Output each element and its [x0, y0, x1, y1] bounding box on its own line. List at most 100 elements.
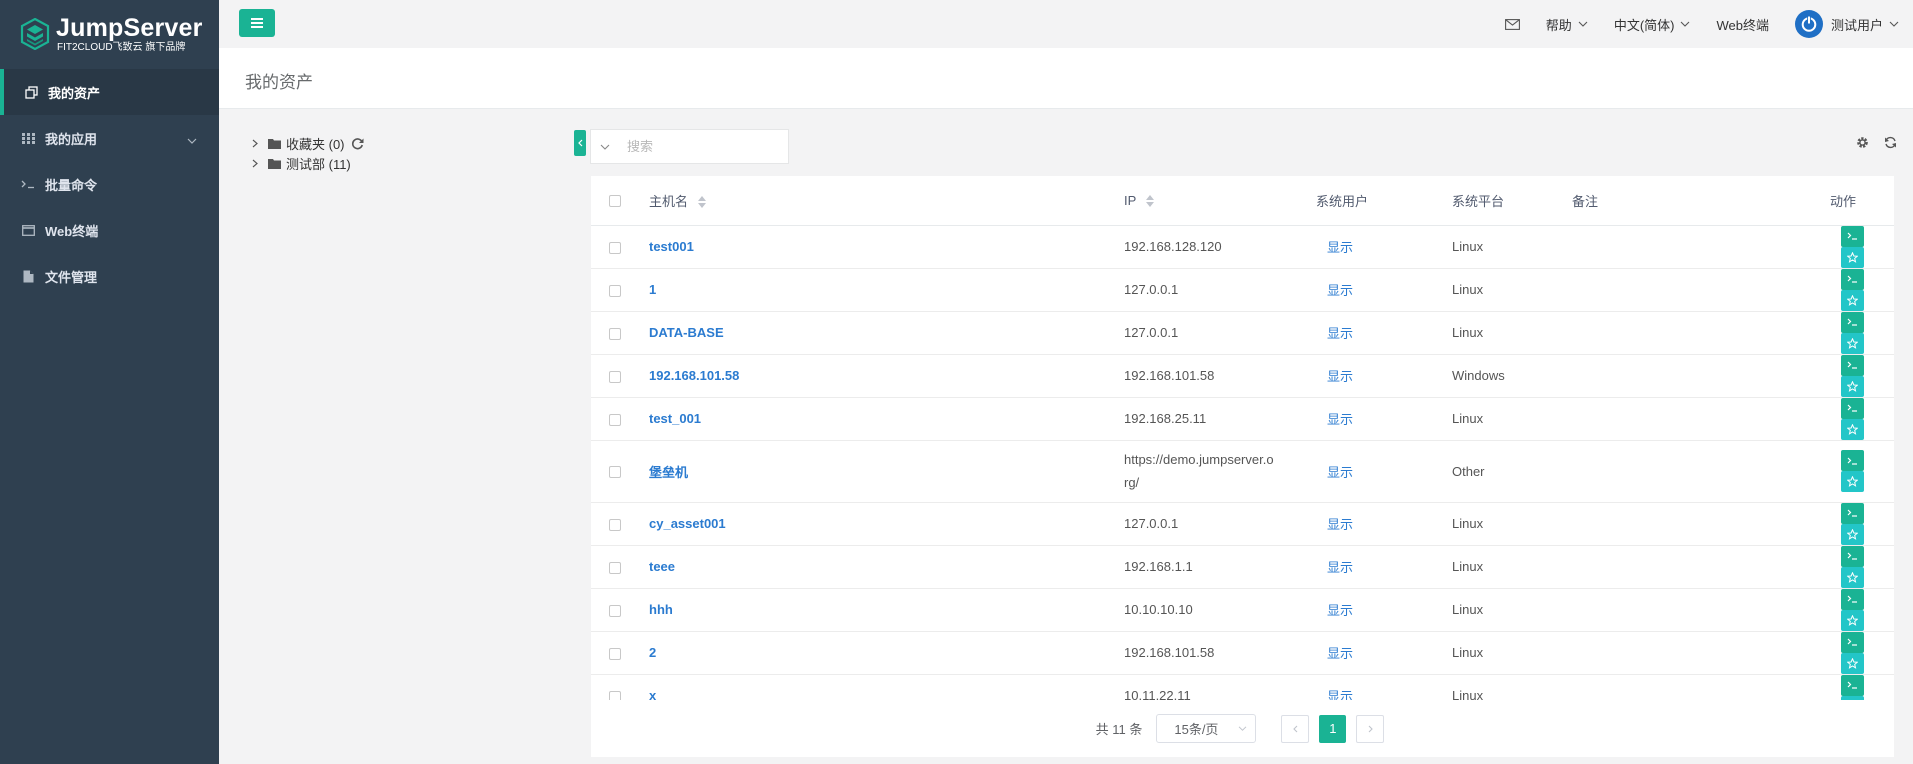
favorite-button[interactable] — [1841, 566, 1864, 588]
favorite-button[interactable] — [1841, 523, 1864, 545]
mail-button[interactable] — [1504, 18, 1520, 30]
ip-value: 127.0.0.1 — [1124, 325, 1179, 340]
settings-button[interactable] — [1856, 136, 1869, 149]
connect-terminal-button[interactable] — [1841, 502, 1864, 524]
row-checkbox[interactable] — [609, 413, 621, 426]
column-hostname[interactable]: 主机名 — [649, 176, 1124, 226]
favorite-button[interactable] — [1841, 418, 1864, 440]
favorite-button[interactable] — [1841, 246, 1864, 268]
power-icon — [1801, 15, 1817, 32]
show-system-user-link[interactable]: 显示 — [1316, 560, 1353, 575]
favorite-button[interactable] — [1841, 375, 1864, 397]
hostname-link[interactable]: DATA-BASE — [649, 325, 724, 340]
search-filter-dropdown[interactable] — [591, 144, 619, 150]
row-checkbox[interactable] — [609, 518, 621, 531]
hostname-link[interactable]: 2 — [649, 645, 656, 660]
connect-terminal-button[interactable] — [1841, 354, 1864, 376]
jumpserver-logo-icon — [20, 18, 50, 50]
refresh-icon[interactable] — [351, 137, 364, 150]
hostname-link[interactable]: 1 — [649, 282, 656, 297]
help-dropdown[interactable]: 帮助 — [1546, 15, 1588, 34]
show-system-user-link[interactable]: 显示 — [1316, 240, 1353, 255]
connect-terminal-button[interactable] — [1841, 674, 1864, 696]
hostname-link[interactable]: 192.168.101.58 — [649, 368, 739, 383]
show-system-user-link[interactable]: 显示 — [1316, 465, 1353, 480]
sidebar-item-label: 文件管理 — [45, 269, 98, 285]
show-system-user-link[interactable]: 显示 — [1316, 326, 1353, 341]
page-heading: 我的资产 — [219, 48, 1913, 109]
column-ip[interactable]: IP — [1124, 176, 1316, 226]
row-checkbox[interactable] — [609, 466, 621, 479]
connect-terminal-button[interactable] — [1841, 631, 1864, 653]
hostname-link[interactable]: cy_asset001 — [649, 516, 726, 531]
logo[interactable]: JumpServer FIT2CLOUD飞致云 旗下品牌 — [0, 0, 219, 68]
tree-node-favorites[interactable]: 收藏夹 (0) — [248, 133, 364, 153]
show-system-user-link[interactable]: 显示 — [1316, 369, 1353, 384]
tree-node-test-dept[interactable]: 测试部 (11) — [248, 153, 364, 173]
user-dropdown[interactable]: 测试用户 — [1794, 10, 1899, 38]
connect-terminal-button[interactable] — [1841, 225, 1864, 247]
search-input[interactable] — [627, 139, 777, 154]
show-system-user-link[interactable]: 显示 — [1316, 412, 1353, 427]
star-icon — [1847, 528, 1858, 540]
show-system-user-link[interactable]: 显示 — [1316, 603, 1353, 618]
comment-cell — [1572, 545, 1812, 589]
page-title: 我的资产 — [245, 73, 313, 92]
row-checkbox[interactable] — [609, 241, 621, 254]
chevron-right-icon[interactable] — [248, 159, 262, 168]
connect-terminal-button[interactable] — [1841, 397, 1864, 419]
chevron-left-icon — [1293, 725, 1298, 732]
connect-terminal-button[interactable] — [1841, 588, 1864, 610]
favorite-button[interactable] — [1841, 332, 1864, 354]
show-system-user-link[interactable]: 显示 — [1316, 517, 1353, 532]
language-dropdown[interactable]: 中文(简体) — [1614, 15, 1691, 34]
row-checkbox[interactable] — [609, 604, 621, 617]
menu-toggle-button[interactable] — [239, 9, 275, 37]
show-system-user-link[interactable]: 显示 — [1316, 646, 1353, 661]
connect-terminal-button[interactable] — [1841, 450, 1864, 471]
favorite-button[interactable] — [1841, 471, 1864, 492]
hostname-link[interactable]: test_001 — [649, 411, 701, 426]
connect-terminal-button[interactable] — [1841, 311, 1864, 333]
page-size-select[interactable]: 15条/页 — [1156, 714, 1257, 743]
refresh-button[interactable] — [1884, 136, 1897, 149]
sidebar-item-my-assets[interactable]: 我的资产 — [0, 69, 219, 115]
row-checkbox[interactable] — [609, 647, 621, 660]
favorite-button[interactable] — [1841, 289, 1864, 311]
table-row: 1 127.0.0.1 显示 Linux — [591, 268, 1894, 312]
sidebar-item-web-terminal[interactable]: Web终端 — [0, 207, 219, 253]
connect-terminal-button[interactable] — [1841, 268, 1864, 290]
favorite-button[interactable] — [1841, 652, 1864, 674]
row-checkbox[interactable] — [609, 327, 621, 340]
next-page-button[interactable] — [1356, 714, 1385, 743]
show-system-user-link[interactable]: 显示 — [1316, 283, 1353, 298]
web-terminal-link[interactable]: Web终端 — [1716, 15, 1769, 34]
chevron-right-icon[interactable] — [248, 139, 262, 148]
sidebar-item-batch-command[interactable]: 批量命令 — [0, 161, 219, 207]
hostname-link[interactable]: 堡垒机 — [649, 465, 688, 480]
favorite-button[interactable] — [1841, 609, 1864, 631]
connect-terminal-button[interactable] — [1841, 545, 1864, 567]
star-icon — [1847, 337, 1858, 349]
platform-value: Linux — [1452, 516, 1484, 531]
select-all-checkbox[interactable] — [609, 195, 621, 208]
row-checkbox[interactable] — [609, 284, 621, 297]
prev-page-button[interactable] — [1281, 714, 1310, 743]
sidebar-item-file-manager[interactable]: 文件管理 — [0, 253, 219, 299]
hostname-link[interactable]: hhh — [649, 602, 673, 617]
platform-value: Linux — [1452, 411, 1484, 426]
sidebar-item-my-apps[interactable]: 我的应用 — [0, 115, 219, 161]
comment-cell — [1572, 502, 1812, 546]
page-number-current[interactable]: 1 — [1319, 714, 1347, 743]
table-row: 堡垒机 https://demo.jumpserver.o rg/显示 Other — [591, 440, 1894, 503]
comment-cell — [1572, 631, 1812, 675]
tree-collapse-button[interactable] — [574, 130, 586, 156]
hostname-link[interactable]: teee — [649, 559, 675, 574]
ip-value: 192.168.25.11 — [1124, 411, 1207, 426]
hostname-link[interactable]: test001 — [649, 239, 694, 254]
row-checkbox[interactable] — [609, 561, 621, 574]
page-size-value: 15条/页 — [1174, 722, 1219, 737]
row-checkbox[interactable] — [609, 370, 621, 383]
column-system-user: 系统用户 — [1316, 176, 1452, 226]
top-header: 帮助 中文(简体) Web终端 测试用户 — [219, 0, 1913, 48]
